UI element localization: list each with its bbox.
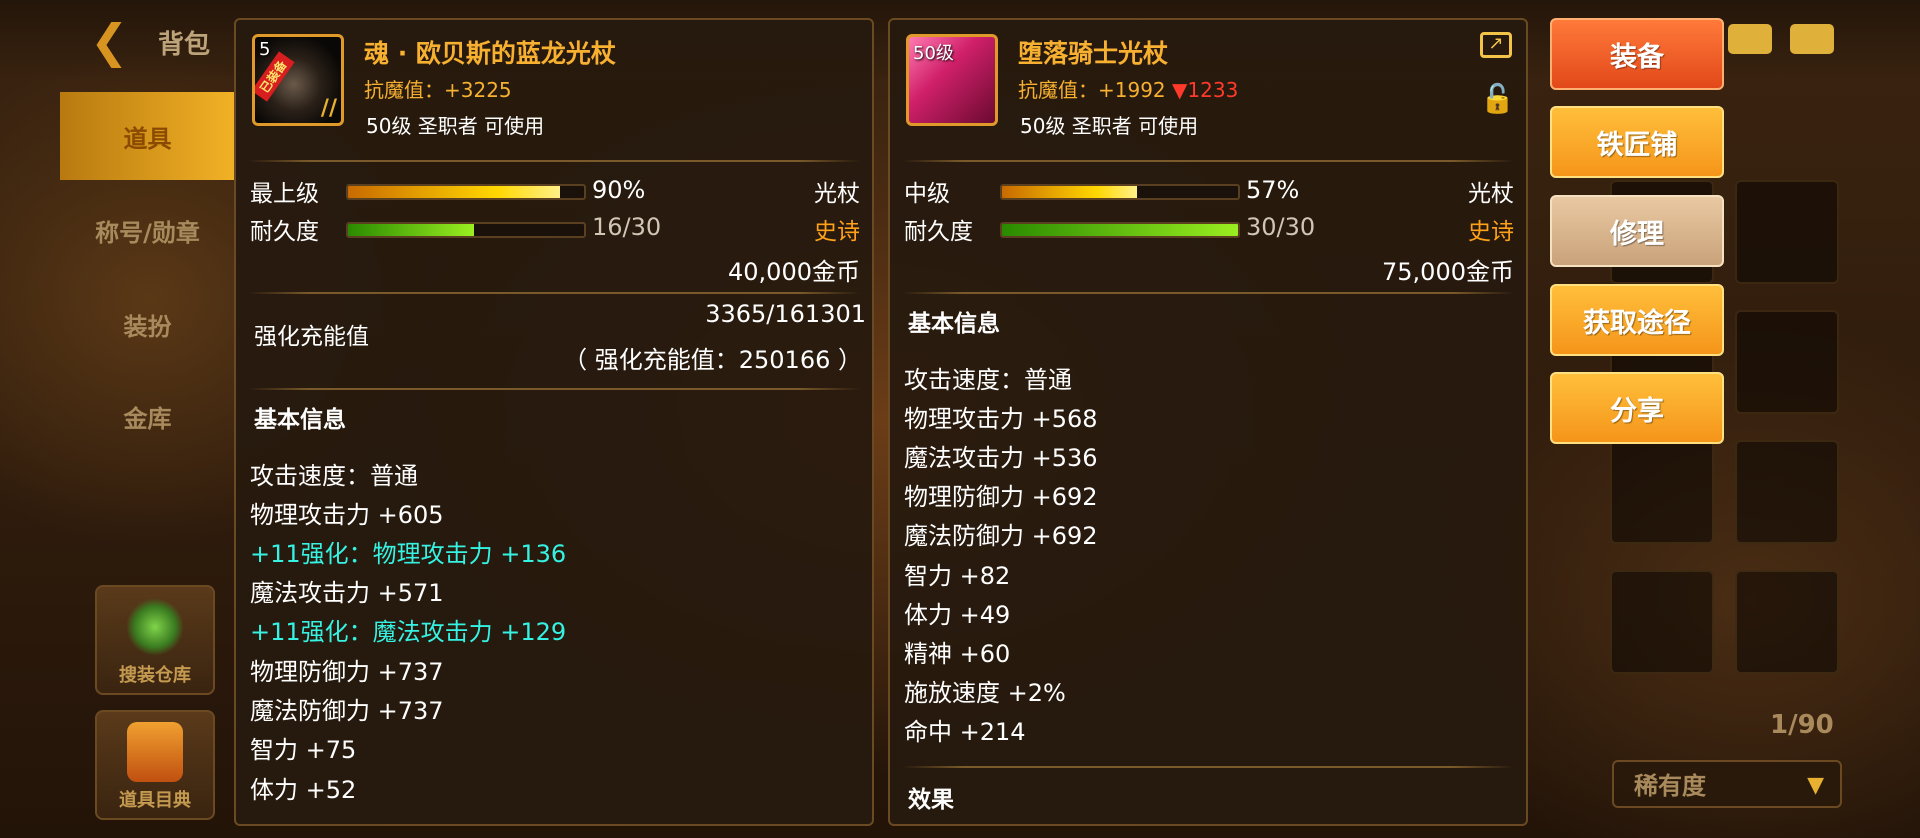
book-icon [127,722,183,782]
item-price: 75,000金币 [1382,258,1514,286]
rarity: 史诗 [814,219,860,245]
inventory-slot[interactable] [1610,570,1714,674]
stat-line: 魔法防御力 +692 [904,522,1098,550]
grade-label: 中级 [904,181,950,207]
tab-items[interactable]: 道具 [60,92,235,180]
divider [902,766,1514,768]
grade-percent: 90% [592,176,646,204]
mail-icon[interactable] [1728,24,1772,54]
charge-label: 强化充能值 [254,324,369,350]
stat-line: 施放速度 +2% [904,679,1066,707]
inventory-slot[interactable] [1610,440,1714,544]
durability-label: 耐久度 [250,219,319,245]
item-type: 光杖 [814,181,860,207]
back-arrow-icon[interactable]: ❮ [90,18,136,64]
stat-line: 魔法攻击力 +571 [250,579,444,607]
item-name: 堕落骑士光杖 [1018,39,1169,68]
section-effect: 效果 [908,787,954,813]
tab-costume[interactable]: 装扮 [60,280,235,368]
durability-bar-fill [1002,224,1238,236]
equip-button[interactable]: 装备 [1550,18,1724,90]
stat-line: 命中 +214 [904,718,1026,746]
grade-bar-fill [348,186,561,198]
inventory-slot[interactable] [1735,310,1839,414]
durability-label: 耐久度 [904,219,973,245]
enhance-stat-line: +11强化：魔法攻击力 +129 [250,618,567,646]
divider [248,292,860,294]
stat-line: 智力 +82 [904,562,1011,590]
stat-line: 物理防御力 +737 [250,658,444,686]
divider [248,388,860,390]
stat-line: 体力 +52 [250,776,357,804]
item-icon: 5 已装备 // [252,34,344,126]
chat-icon[interactable] [1790,24,1834,54]
item-price: 40,000金币 [728,258,860,286]
grade-percent: 57% [1246,176,1300,204]
item-requirement: 50级 圣职者 可使用 [366,114,545,138]
chevron-down-icon: ▼ [1807,773,1824,798]
stat-line: 攻击速度：普通 [904,366,1072,394]
divider [902,292,1514,294]
durability-bar [1000,222,1240,238]
stat-line: 智力 +75 [250,736,357,764]
section-basic-info: 基本信息 [908,311,1000,337]
item-dictionary-button[interactable]: 道具目典 [95,710,215,820]
stat-line: 攻击速度：普通 [250,462,418,490]
charge-value: 3365/161301 [705,300,866,328]
tab-vault[interactable]: 金库 [60,372,235,460]
item-icon: 50级 [906,34,998,126]
magic-resist: 抗魔值：+1992 ▼1233 [1018,78,1239,102]
share-button[interactable]: 分享 [1550,372,1724,444]
stat-line: 魔法防御力 +737 [250,697,444,725]
inventory-slot[interactable] [1735,180,1839,284]
inventory-count: 1/90 [1770,710,1834,740]
stat-line: 精神 +60 [904,640,1011,668]
compare-item-tooltip: 50级 堕落骑士光杖 抗魔值：+1992 ▼1233 50级 圣职者 可使用 ↗… [888,18,1528,826]
stat-line: 体力 +49 [904,601,1011,629]
durability-value: 30/30 [1246,213,1316,241]
equipment-storage-button[interactable]: 搜装仓库 [95,585,215,695]
divider [902,160,1514,162]
grade-bar [346,184,586,200]
section-basic-info: 基本信息 [254,407,346,433]
share-icon[interactable]: ↗ [1480,32,1512,58]
grade-bar [1000,184,1240,200]
inventory-slot[interactable] [1735,440,1839,544]
stat-line: 物理攻击力 +605 [250,501,444,529]
equipped-item-tooltip: 5 已装备 // 魂 · 欧贝斯的蓝龙光杖 抗魔值：+3225 50级 圣职者 … [234,18,874,826]
source-button[interactable]: 获取途径 [1550,284,1724,356]
enhance-mark-icon: // [320,96,337,121]
divider [248,160,860,162]
sort-dropdown[interactable]: 稀有度 ▼ [1612,760,1842,808]
item-requirement: 50级 圣职者 可使用 [1020,114,1199,138]
lock-icon[interactable]: 🔓 [1480,82,1515,116]
charge-total: （ 强化充能值：250166 ） [563,346,862,374]
item-type: 光杖 [1468,181,1514,207]
smithy-button[interactable]: 铁匠铺 [1550,106,1724,178]
durability-bar-fill [348,224,474,236]
grade-bar-fill [1002,186,1137,198]
stat-decrease: ▼1233 [1172,78,1239,102]
durability-bar [346,222,586,238]
storage-icon [127,597,183,657]
rarity: 史诗 [1468,219,1514,245]
stat-line: 物理攻击力 +568 [904,405,1098,433]
inventory-slot[interactable] [1735,570,1839,674]
stat-line: 魔法攻击力 +536 [904,444,1098,472]
magic-resist: 抗魔值：+3225 [364,78,512,102]
durability-value: 16/30 [592,213,662,241]
item-name: 魂 · 欧贝斯的蓝龙光杖 [364,39,616,68]
enhance-stat-line: +11强化：物理攻击力 +136 [250,540,567,568]
grade-label: 最上级 [250,181,319,207]
stat-line: 物理防御力 +692 [904,483,1098,511]
repair-button[interactable]: 修理 [1550,195,1724,267]
page-title: 背包 [158,30,211,60]
tab-titles-medals[interactable]: 称号/勋章 [60,186,235,274]
